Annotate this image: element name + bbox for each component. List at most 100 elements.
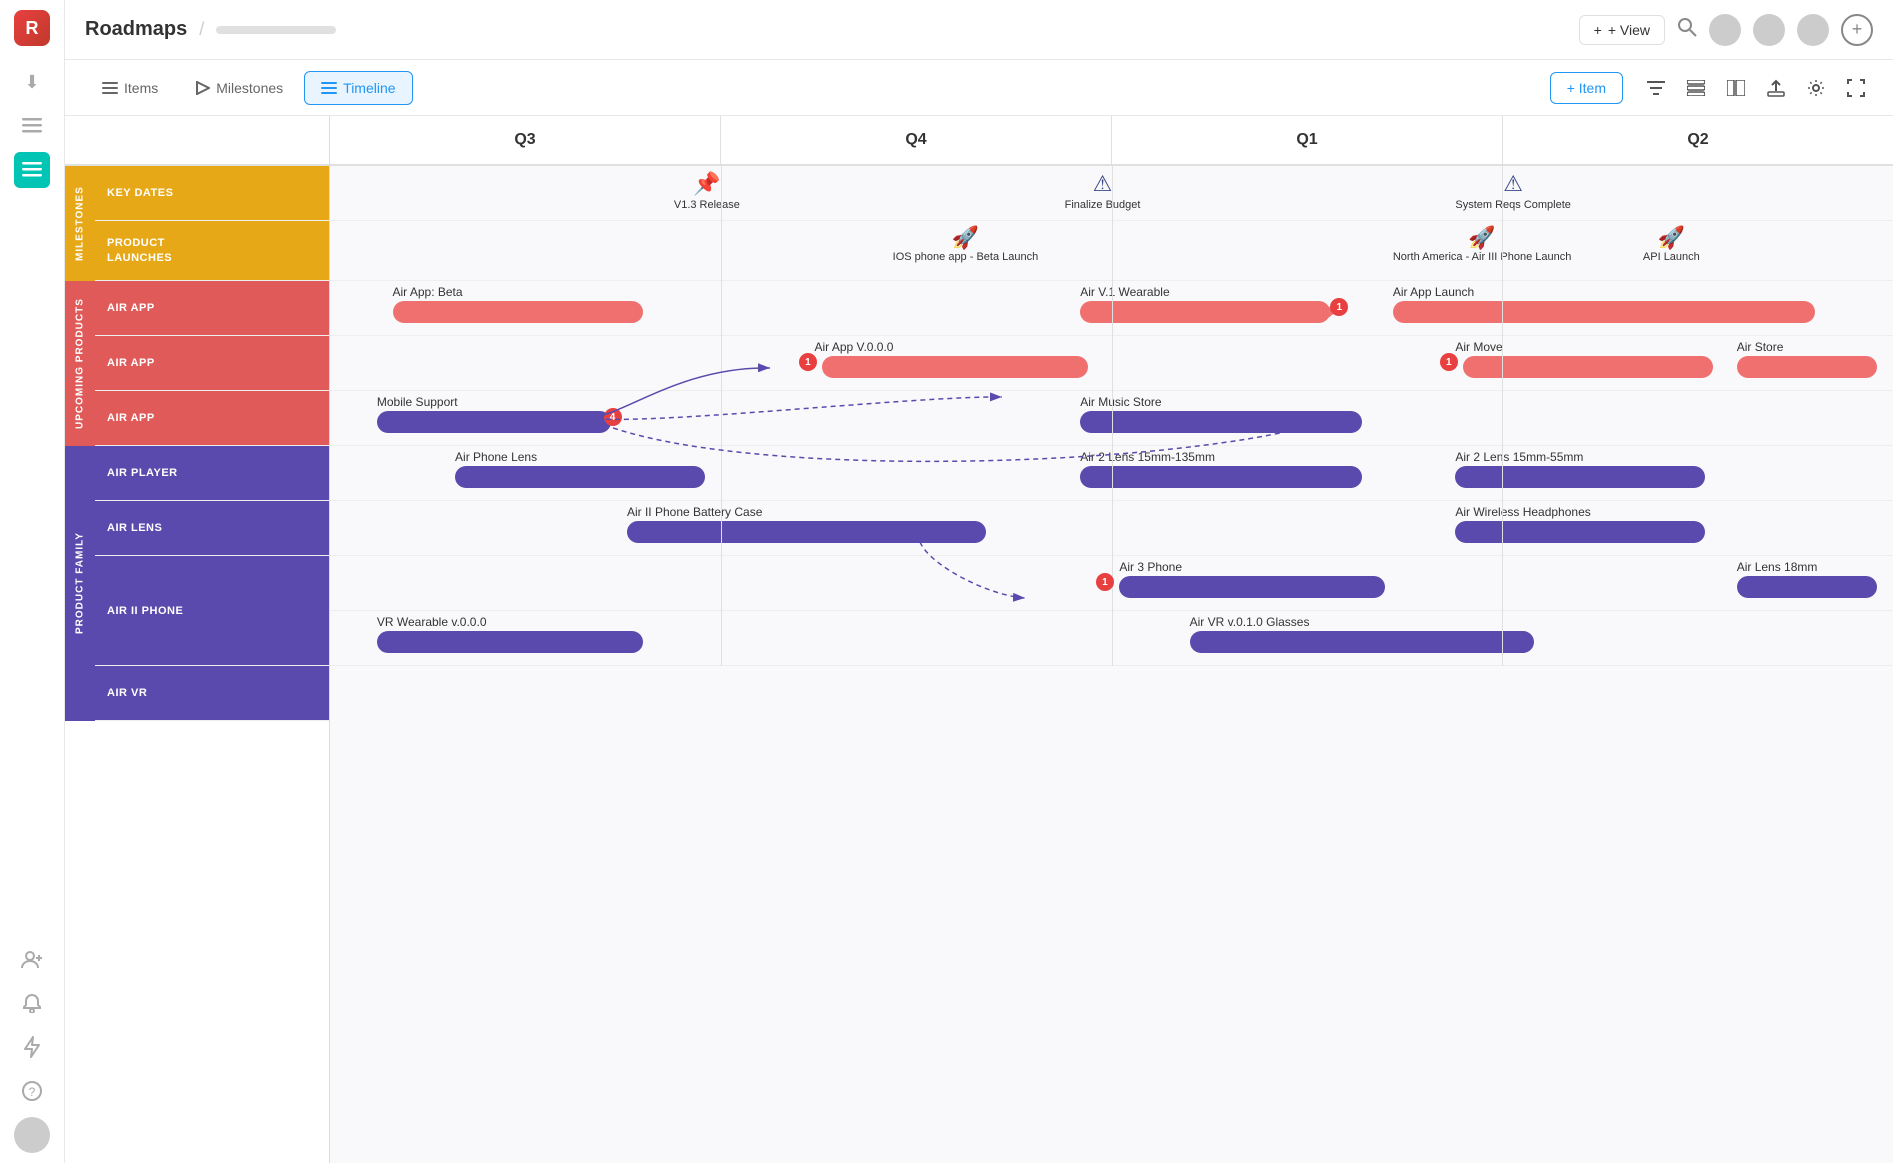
avatar-1[interactable]: [1709, 14, 1741, 46]
bar-air-phone-lens[interactable]: [455, 466, 705, 488]
avatar-3[interactable]: [1797, 14, 1829, 46]
key-dates-label: KEY DATES: [95, 187, 185, 199]
columns-icon[interactable]: [1719, 71, 1753, 105]
bar-air-lens-18[interactable]: [1737, 576, 1878, 598]
quarter-headers: Q3 Q4 Q1 Q2: [330, 116, 1893, 166]
air-phone-lens-label: Air Phone Lens: [455, 450, 537, 464]
user-avatar[interactable]: [14, 1117, 50, 1153]
quarter-q1: Q1: [1112, 116, 1503, 164]
air-player-label: AIR PLAYER: [95, 467, 190, 479]
air-store-label: Air Store: [1737, 340, 1784, 354]
bar-air-vr-glasses[interactable]: [1190, 631, 1534, 653]
labels-header: [65, 116, 329, 166]
air-vr-label-row: AIR VR: [95, 666, 329, 721]
milestones-group-label: MILESTONES KEY DATES PRODUCTLAUNCHES: [65, 166, 329, 281]
air-app-launch-label: Air App Launch: [1393, 285, 1474, 299]
air-app-row-2: Air App V.0.0.0 1 Air Move 1 Air Store: [330, 336, 1893, 391]
add-view-button[interactable]: + + View: [1579, 15, 1665, 45]
tab-timeline[interactable]: Timeline: [304, 71, 412, 105]
bar-air-2-lens-55[interactable]: [1455, 466, 1705, 488]
air-vr-label: AIR VR: [95, 687, 159, 699]
group-icon[interactable]: [1679, 71, 1713, 105]
bar-air-move[interactable]: [1463, 356, 1713, 378]
bar-air-3-phone[interactable]: [1119, 576, 1385, 598]
bar-air-store[interactable]: [1737, 356, 1878, 378]
sidebar-icon-timeline[interactable]: [14, 152, 50, 188]
air-lens-label-row: AIR LENS: [95, 501, 329, 556]
quarter-q3: Q3: [330, 116, 721, 164]
product-launches-label: PRODUCTLAUNCHES: [95, 236, 184, 265]
bar-air-ii-battery[interactable]: [627, 521, 986, 543]
app-logo[interactable]: R: [14, 10, 50, 46]
tabbar: Items Milestones Timeline + Item: [65, 60, 1893, 116]
timeline-area: MILESTONES KEY DATES PRODUCTLAUNCHES UPC…: [65, 116, 1893, 1163]
air-move-label: Air Move: [1455, 340, 1502, 354]
upcoming-rows: AIR APP AIR APP AIR APP: [95, 281, 329, 446]
dep-badge-5: 1: [1096, 573, 1114, 591]
tab-items-label: Items: [124, 80, 158, 96]
milestone-budget-label: Finalize Budget: [1065, 199, 1141, 211]
product-launches-label-row: PRODUCTLAUNCHES: [95, 221, 329, 281]
sidebar-icon-lightning[interactable]: [14, 1029, 50, 1065]
warning-icon-1: ⚠: [1093, 171, 1113, 197]
bar-air-app-v000[interactable]: [822, 356, 1088, 378]
product-launches-row: 🚀 IOS phone app - Beta Launch 🚀 North Am…: [330, 221, 1893, 281]
search-icon[interactable]: [1677, 17, 1697, 42]
milestone-api-label: API Launch: [1643, 251, 1700, 263]
dep-badge-1: 1: [1330, 298, 1348, 316]
fullscreen-icon[interactable]: [1839, 71, 1873, 105]
topbar-right: +: [1677, 14, 1873, 46]
bar-vr-wearable[interactable]: [377, 631, 643, 653]
bar-air-wireless[interactable]: [1455, 521, 1705, 543]
milestone-na-label: North America - Air III Phone Launch: [1393, 251, 1572, 263]
avatar-2[interactable]: [1753, 14, 1785, 46]
sidebar-icon-download[interactable]: ⬇: [14, 64, 50, 100]
sidebar-icon-person-add[interactable]: [14, 941, 50, 977]
air-app-beta-label: Air App: Beta: [393, 285, 463, 299]
grid-pane[interactable]: Q3 Q4 Q1 Q2 📌 V1.3 Release: [330, 116, 1893, 1163]
add-item-label: + Item: [1567, 80, 1606, 96]
sidebar-left: R ⬇ ?: [0, 0, 65, 1163]
topbar: Roadmaps / + + View +: [65, 0, 1893, 60]
bar-air-music-store[interactable]: [1080, 411, 1361, 433]
bar-air-2-lens-135[interactable]: [1080, 466, 1361, 488]
air-vr-glasses-label: Air VR v.0.1.0 Glasses: [1190, 615, 1310, 629]
add-item-button[interactable]: + Item: [1550, 72, 1623, 104]
milestone-system-reqs: ⚠ System Reqs Complete: [1455, 171, 1571, 211]
sidebar-icon-list[interactable]: [14, 108, 50, 144]
pin-icon: 📌: [693, 171, 720, 197]
bar-mobile-support[interactable]: [377, 411, 611, 433]
air-app-label-row-2: AIR APP: [95, 336, 329, 391]
bar-air-app-launch[interactable]: [1393, 301, 1815, 323]
export-icon[interactable]: [1759, 71, 1793, 105]
air-ii-phone-label: AIR II PHONE: [95, 605, 195, 617]
filter-icon[interactable]: [1639, 71, 1673, 105]
mobile-support-label: Mobile Support: [377, 395, 458, 409]
add-view-icon: +: [1594, 22, 1602, 38]
timeline-rows: 📌 V1.3 Release ⚠ Finalize Budget ⚠ Syste…: [330, 166, 1893, 666]
dep-badge-4: 4: [604, 408, 622, 426]
air-ii-battery-label: Air II Phone Battery Case: [627, 505, 762, 519]
add-collaborator-button[interactable]: +: [1841, 14, 1873, 46]
air-3-phone-label: Air 3 Phone: [1119, 560, 1182, 574]
sidebar-icon-question[interactable]: ?: [14, 1073, 50, 1109]
tab-milestones-label: Milestones: [216, 80, 283, 96]
milestone-v13-release: 📌 V1.3 Release: [674, 171, 740, 211]
milestone-ios-launch: 🚀 IOS phone app - Beta Launch: [893, 225, 1039, 263]
air-wireless-label: Air Wireless Headphones: [1455, 505, 1590, 519]
settings-icon[interactable]: [1799, 71, 1833, 105]
product-family-rows: AIR PLAYER AIR LENS AIR II PHONE AIR VR: [95, 446, 329, 721]
air-ii-phone-label-row: AIR II PHONE: [95, 556, 329, 666]
bar-air-app-beta[interactable]: [393, 301, 643, 323]
air-app-label-row-1: AIR APP: [95, 281, 329, 336]
air-app-label-2: AIR APP: [95, 357, 167, 369]
upcoming-category-tag: UPCOMING PRODUCTS: [65, 281, 95, 446]
tab-items[interactable]: Items: [85, 71, 175, 105]
air-player-row: Mobile Support 4 Air Music Store: [330, 391, 1893, 446]
tab-milestones[interactable]: Milestones: [179, 71, 300, 105]
product-family-group-label: PRODUCT FAMILY AIR PLAYER AIR LENS AIR I…: [65, 446, 329, 721]
rocket-icon-2: 🚀: [1468, 225, 1495, 251]
sidebar-icon-bell[interactable]: [14, 985, 50, 1021]
tab-timeline-label: Timeline: [343, 80, 395, 96]
bar-air-v1-wearable[interactable]: [1080, 301, 1330, 323]
